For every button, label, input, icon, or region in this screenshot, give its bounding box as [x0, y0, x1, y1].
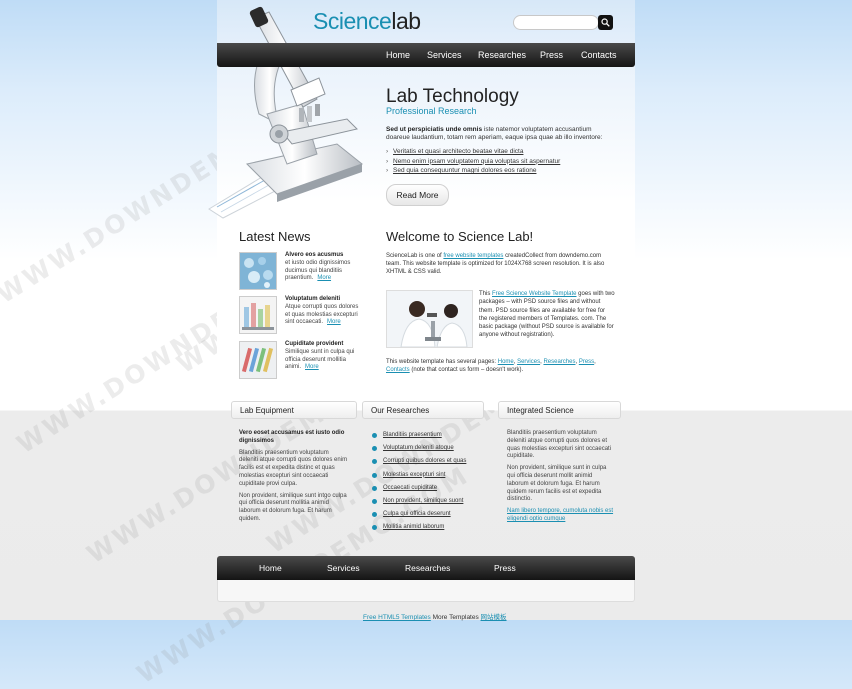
welcome-paragraph: This Free Science Website Template goes …	[479, 291, 615, 339]
hero-text-bold: Sed ut perspiciatis unde omnis	[386, 126, 483, 133]
hero-link[interactable]: Nemo enim ipsam voluptatem quia voluptas…	[393, 158, 560, 165]
equipment-bold-text: Vero eoset accusamus est iusto odio dign…	[239, 430, 345, 444]
research-link[interactable]: Voluptatum deleniti atoque	[383, 445, 454, 451]
research-link[interactable]: Molestias excepturi sint	[383, 472, 445, 478]
research-link[interactable]: Non provident, similique suont	[383, 498, 463, 504]
list-item: Sed quia consequuntur magni dolores eos …	[386, 166, 560, 176]
page-link-contacts[interactable]: Contacts	[386, 367, 410, 373]
list-item: Occaecati cupiditate	[372, 482, 466, 495]
page-link-researches[interactable]: Researches	[543, 359, 575, 365]
welcome-paragraph: ScienceLab is one of free website templa…	[386, 253, 605, 275]
research-link[interactable]: Occaecati cupiditate	[383, 485, 437, 491]
nav-home[interactable]: Home	[386, 43, 410, 67]
nav-contacts[interactable]: Contacts	[581, 43, 617, 67]
footer-nav-services[interactable]: Services	[327, 556, 360, 580]
hero-text: Sed ut perspiciatis unde omnis iste nate…	[386, 126, 616, 142]
news-text: Atque corrupti quos dolores et quas mole…	[285, 303, 359, 326]
nav-services[interactable]: Services	[427, 43, 462, 67]
integrated-science-heading: Integrated Science	[498, 401, 621, 419]
lab-equipment-column: Vero eoset accusamus est iusto odio dign…	[239, 430, 349, 528]
page-link-press[interactable]: Press	[579, 359, 594, 365]
search-icon	[601, 18, 610, 27]
news-thumbnail	[239, 341, 277, 379]
footer-nav: Home Services Researches Press	[217, 556, 635, 580]
news-item: Voluptatum deleniti Atque corrupti quos d…	[239, 296, 361, 336]
news-heading: Voluptatum deleniti	[285, 296, 341, 302]
research-link[interactable]: Culpa qui officia deserunt	[383, 511, 451, 517]
news-item: Alvero eos acusmus et iusto odio dignissi…	[239, 252, 361, 292]
research-link[interactable]: Corrupti quibus dolores et quas	[383, 458, 466, 464]
hero-list: Veritatis et quasi architecto beatae vit…	[386, 147, 560, 176]
integrated-link[interactable]: Nam libero tempore, cumoluta nobis est e…	[507, 508, 613, 522]
list-item: Nemo enim ipsam voluptatem quia voluptas…	[386, 157, 560, 167]
list-item: Molestias excepturi sint	[372, 469, 466, 482]
news-more-link[interactable]: More	[305, 364, 319, 370]
read-more-button[interactable]: Read More	[386, 184, 449, 206]
our-researches-heading: Our Researches	[362, 401, 484, 419]
hero-subtitle: Professional Research	[386, 106, 477, 116]
integrated-paragraph: Blanditiis praesentium voluptatum deleni…	[507, 430, 612, 460]
free-templates-link[interactable]: free website templates	[443, 253, 503, 259]
news-item: Cupiditate provident Similique sunt in cu…	[239, 341, 361, 381]
scientists-photo	[386, 290, 473, 348]
lab-equipment-heading: Lab Equipment	[231, 401, 357, 419]
nav-press[interactable]: Press	[540, 43, 563, 67]
hero-link[interactable]: Veritatis et quasi architecto beatae vit…	[393, 148, 523, 155]
integrated-paragraph: Non provident, similique sunt in culpa q…	[507, 465, 607, 503]
hero-link[interactable]: Sed quia consequuntur magni dolores eos …	[393, 167, 536, 174]
footer-nav-home[interactable]: Home	[259, 556, 282, 580]
news-thumbnail	[239, 252, 277, 290]
site-logo[interactable]: Sciencelab	[313, 8, 421, 35]
equipment-paragraph: Non provident, similique sunt intgo culp…	[239, 492, 347, 522]
search-input[interactable]	[513, 15, 599, 30]
news-text: Similique sunt in culpa qui officia dese…	[285, 348, 355, 371]
news-title: Latest News	[239, 229, 311, 244]
search-button[interactable]	[598, 15, 613, 30]
microscope-illustration	[208, 6, 364, 219]
footer-nav-press[interactable]: Press	[494, 556, 516, 580]
page-link-services[interactable]: Services	[517, 359, 540, 365]
news-more-link[interactable]: More	[317, 275, 331, 281]
equipment-paragraph: Blanditiis praesentium voluptatum deleni…	[239, 449, 348, 487]
news-heading: Cupiditate provident	[285, 341, 344, 347]
main-nav: Home Services Researches Press Contacts	[217, 43, 635, 67]
page-container: Sciencelab Home Services Researches Pres…	[208, 0, 635, 621]
list-item: Corrupti quibus dolores et quas	[372, 455, 466, 468]
hero-title: Lab Technology	[386, 86, 519, 107]
integrated-science-column: Blanditiis praesentium voluptatum deleni…	[507, 430, 615, 528]
research-link[interactable]: Blanditiis praesentium	[383, 432, 442, 438]
list-item: Blanditiis praesentium	[372, 429, 466, 442]
researches-list: Blanditiis praesentium Voluptatum deleni…	[372, 429, 466, 535]
footer-nav-researches[interactable]: Researches	[405, 556, 450, 580]
footer-panel	[217, 580, 635, 602]
welcome-paragraph: This website template has several pages:…	[386, 359, 596, 374]
welcome-title: Welcome to Science Lab!	[386, 229, 534, 244]
list-item: Culpa qui officia deserunt	[372, 508, 466, 521]
list-item: Non provident, similique suont	[372, 495, 466, 508]
nav-researches[interactable]: Researches	[478, 43, 526, 67]
news-more-link[interactable]: More	[327, 319, 341, 325]
list-item: Mollitia animid laborum	[372, 521, 466, 534]
page-link-home[interactable]: Home	[498, 359, 514, 365]
news-heading: Alvero eos acusmus	[285, 252, 344, 258]
free-science-template-link[interactable]: Free Science Website Template	[492, 291, 577, 297]
research-link[interactable]: Mollitia animid laborum	[383, 524, 444, 530]
news-thumbnail	[239, 296, 277, 334]
list-item: Voluptatum deleniti atoque	[372, 442, 466, 455]
list-item: Veritatis et quasi architecto beatae vit…	[386, 147, 560, 157]
